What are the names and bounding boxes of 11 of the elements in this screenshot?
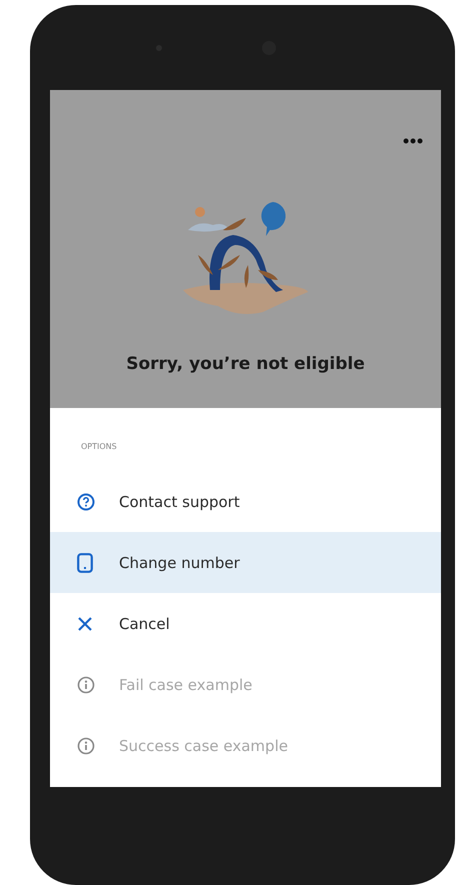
- more-icon[interactable]: [403, 138, 423, 144]
- option-item[interactable]: Change number: [50, 532, 441, 593]
- section-label: OPTIONS: [81, 442, 118, 451]
- info-icon: [77, 736, 95, 754]
- info-icon: [77, 676, 95, 694]
- close-icon: [77, 616, 93, 632]
- help-icon: [77, 492, 95, 510]
- option-item[interactable]: Cancel: [50, 593, 441, 654]
- heading: Sorry, you’re not eligible: [126, 354, 365, 374]
- phone-icon: [77, 552, 93, 572]
- option-item[interactable]: Contact support: [50, 471, 441, 532]
